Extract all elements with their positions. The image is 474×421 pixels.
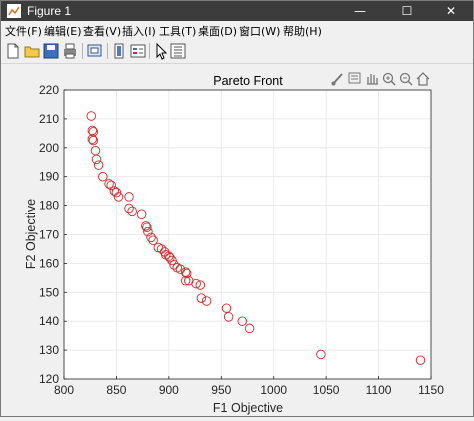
close-button[interactable]: ✕: [429, 1, 473, 21]
x-tick-label: 850: [106, 383, 126, 397]
data-tip-icon[interactable]: [348, 72, 361, 84]
y-tick-label: 200: [39, 141, 59, 155]
print-icon[interactable]: [61, 42, 79, 60]
y-tick-label: 120: [39, 372, 59, 386]
edit-plot-icon[interactable]: [152, 42, 170, 60]
figure-window: Figure 1 — ☐ ✕ 文件(F) 编辑(E) 查看(V) 插入(I) 工…: [0, 0, 474, 417]
pan-icon[interactable]: [367, 74, 378, 85]
toolbar-separator: [107, 43, 108, 59]
x-axis-label: F1 Objective: [213, 401, 283, 415]
insert-legend-icon[interactable]: [129, 42, 147, 60]
menu-window[interactable]: 窗口(W): [239, 23, 280, 39]
y-tick-label: 210: [39, 112, 59, 126]
y-axis-label: F2 Objective: [24, 199, 38, 269]
open-file-icon[interactable]: [23, 42, 41, 60]
x-tick-label: 1050: [313, 383, 340, 397]
y-tick-label: 150: [39, 285, 59, 299]
toolbar-separator: [82, 43, 83, 59]
x-tick-label: 900: [159, 383, 179, 397]
y-tick-labels: 120 130 140 150 160 170 180 190 200 210 220: [39, 83, 67, 386]
insert-colorbar-icon[interactable]: [110, 42, 128, 60]
minimize-button[interactable]: —: [338, 1, 382, 21]
menu-desktop[interactable]: 桌面(D): [198, 23, 237, 39]
maximize-button[interactable]: ☐: [385, 1, 429, 21]
y-tick-label: 130: [39, 343, 59, 357]
x-tick-label: 1150: [418, 383, 444, 397]
save-icon[interactable]: [42, 42, 60, 60]
x-tick-label: 1000: [260, 383, 287, 397]
toolbar-separator: [149, 43, 150, 59]
menu-bar: 文件(F) 编辑(E) 查看(V) 插入(I) 工具(T) 桌面(D) 窗口(W…: [1, 21, 473, 39]
pareto-plot: Pareto Front 800 850 900 950 1000 1050 1100 115…: [24, 72, 444, 415]
menu-insert[interactable]: 插入(I): [122, 23, 156, 39]
y-tick-label: 180: [39, 199, 59, 213]
menu-file[interactable]: 文件(F): [5, 23, 42, 39]
figure-toolbar: [1, 39, 473, 64]
y-tick-label: 140: [39, 314, 59, 328]
window-title: Figure 1: [27, 4, 72, 18]
menu-tools[interactable]: 工具(T): [159, 23, 196, 39]
link-plot-icon[interactable]: [86, 42, 104, 60]
menu-view[interactable]: 查看(V): [83, 23, 121, 39]
y-tick-label: 160: [39, 256, 59, 270]
new-figure-icon[interactable]: [4, 42, 22, 60]
zoom-out-icon[interactable]: [399, 72, 413, 86]
figure-canvas: Pareto Front 800 850 900 950 1000 1050 1100 115…: [1, 64, 473, 416]
property-inspector-icon[interactable]: [169, 42, 187, 60]
menu-edit[interactable]: 编辑(E): [44, 23, 82, 39]
menu-help[interactable]: 帮助(H): [283, 23, 322, 39]
title-bar[interactable]: Figure 1 — ☐ ✕: [1, 1, 473, 21]
y-tick-label: 190: [39, 170, 59, 184]
y-tick-label: 220: [39, 83, 59, 97]
matlab-figure-icon: [7, 4, 21, 18]
chart-title: Pareto Front: [213, 74, 283, 88]
zoom-in-icon[interactable]: [382, 72, 396, 86]
x-tick-label: 950: [211, 383, 231, 397]
home-icon[interactable]: [416, 72, 430, 86]
x-tick-label: 1100: [366, 383, 392, 397]
brush-icon[interactable]: [331, 73, 343, 86]
axes-toolbar: [331, 72, 430, 86]
y-tick-label: 170: [39, 228, 59, 242]
